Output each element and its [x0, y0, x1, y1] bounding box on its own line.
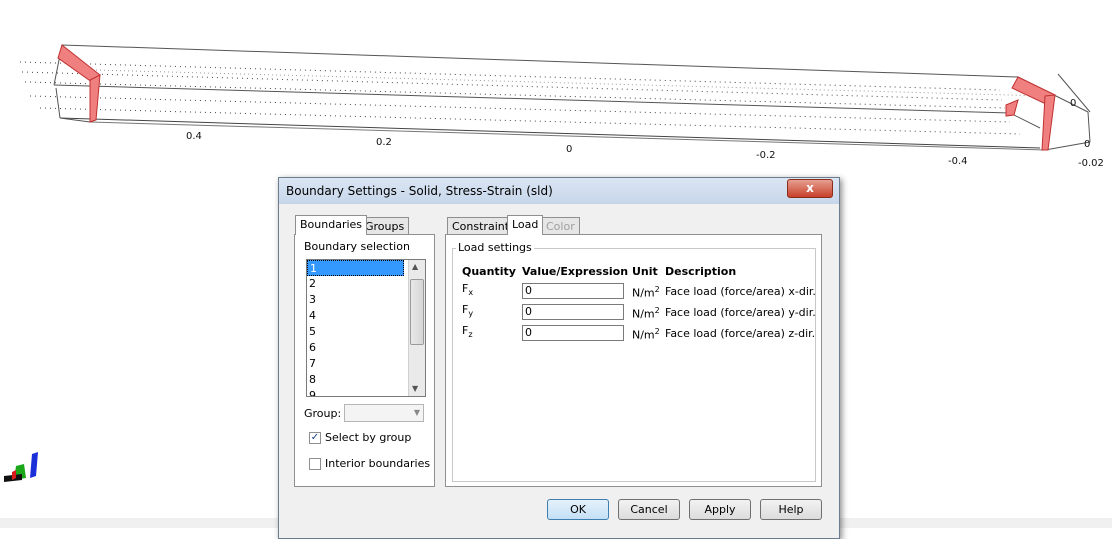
side-tick-label: 0	[1084, 139, 1091, 150]
tab-color: Color	[541, 217, 580, 235]
chevron-down-icon: ▼	[413, 408, 420, 417]
beam-geometry	[19, 44, 1091, 151]
group-select[interactable]: ▼	[344, 404, 424, 422]
interior-boundaries-label: Interior boundaries	[325, 457, 431, 470]
header-value: Value/Expression	[522, 265, 629, 278]
close-button[interactable]: x	[787, 179, 833, 198]
description-fz: Face load (force/area) z-dir.	[665, 327, 816, 340]
axis-tick-label: -0.4	[948, 156, 968, 167]
boundary-selection-label: Boundary selection	[304, 240, 410, 253]
select-by-group-label: Select by group	[325, 431, 412, 444]
header-unit: Unit	[632, 265, 658, 278]
axes-orientation-icon	[4, 452, 38, 482]
scroll-down-icon[interactable]: ▼	[412, 384, 418, 393]
tab-groups[interactable]: Groups	[360, 217, 410, 235]
boundary-listbox[interactable]: 1 2 3 4 5 6 7 8 9 ▲ ▼	[306, 259, 426, 397]
axis-tick-label: 0	[566, 144, 573, 155]
axis-tick-label: 0.2	[376, 137, 392, 148]
ok-button[interactable]: OK	[547, 499, 609, 520]
group-label: Group:	[304, 407, 342, 420]
list-scrollbar[interactable]: ▲ ▼	[408, 260, 425, 396]
quantity-fx: Fx	[462, 282, 474, 298]
cancel-button[interactable]: Cancel	[618, 499, 680, 520]
list-item[interactable]: 1	[307, 260, 404, 276]
scroll-thumb[interactable]	[410, 279, 424, 345]
tab-boundaries[interactable]: Boundaries	[295, 215, 368, 235]
unit-fy: N/m2	[632, 306, 660, 321]
axis-tick-label: 0.4	[186, 131, 202, 142]
load-settings-group	[452, 248, 816, 482]
boundaries-panel: Boundary selection 1 2 3 4 5 6 7 8 9 ▲ ▼…	[294, 234, 435, 487]
tab-load[interactable]: Load	[507, 215, 544, 235]
tab-constraint[interactable]: Constraint	[447, 217, 515, 235]
fz-value-input[interactable]: 0	[522, 325, 624, 341]
description-fx: Face load (force/area) x-dir.	[665, 285, 816, 298]
side-tick-label: -0.02	[1078, 158, 1104, 169]
side-tick-label: 0	[1070, 98, 1077, 109]
help-button[interactable]: Help	[760, 499, 822, 520]
unit-fz: N/m2	[632, 327, 660, 342]
description-fy: Face load (force/area) y-dir.	[665, 306, 816, 319]
fy-value-input[interactable]: 0	[522, 304, 624, 320]
fx-value-input[interactable]: 0	[522, 283, 624, 299]
load-settings-label: Load settings	[456, 241, 534, 254]
boundary-settings-dialog: Boundary Settings - Solid, Stress-Strain…	[278, 177, 840, 539]
axis-tick-label: -0.2	[756, 150, 776, 161]
interior-boundaries-checkbox[interactable]	[309, 458, 321, 470]
unit-fx: N/m2	[632, 285, 660, 300]
header-description: Description	[665, 265, 737, 278]
quantity-fz: Fz	[462, 324, 473, 340]
quantity-fy: Fy	[462, 303, 474, 319]
dialog-title: Boundary Settings - Solid, Stress-Strain…	[286, 184, 553, 198]
dialog-titlebar[interactable]: Boundary Settings - Solid, Stress-Strain…	[279, 178, 839, 204]
scroll-up-icon[interactable]: ▲	[412, 262, 418, 271]
apply-button[interactable]: Apply	[689, 499, 751, 520]
load-panel: Load settings Load settings Quantity Val…	[445, 234, 822, 487]
select-by-group-checkbox[interactable]: ✓	[309, 432, 321, 444]
header-quantity: Quantity	[462, 265, 516, 278]
